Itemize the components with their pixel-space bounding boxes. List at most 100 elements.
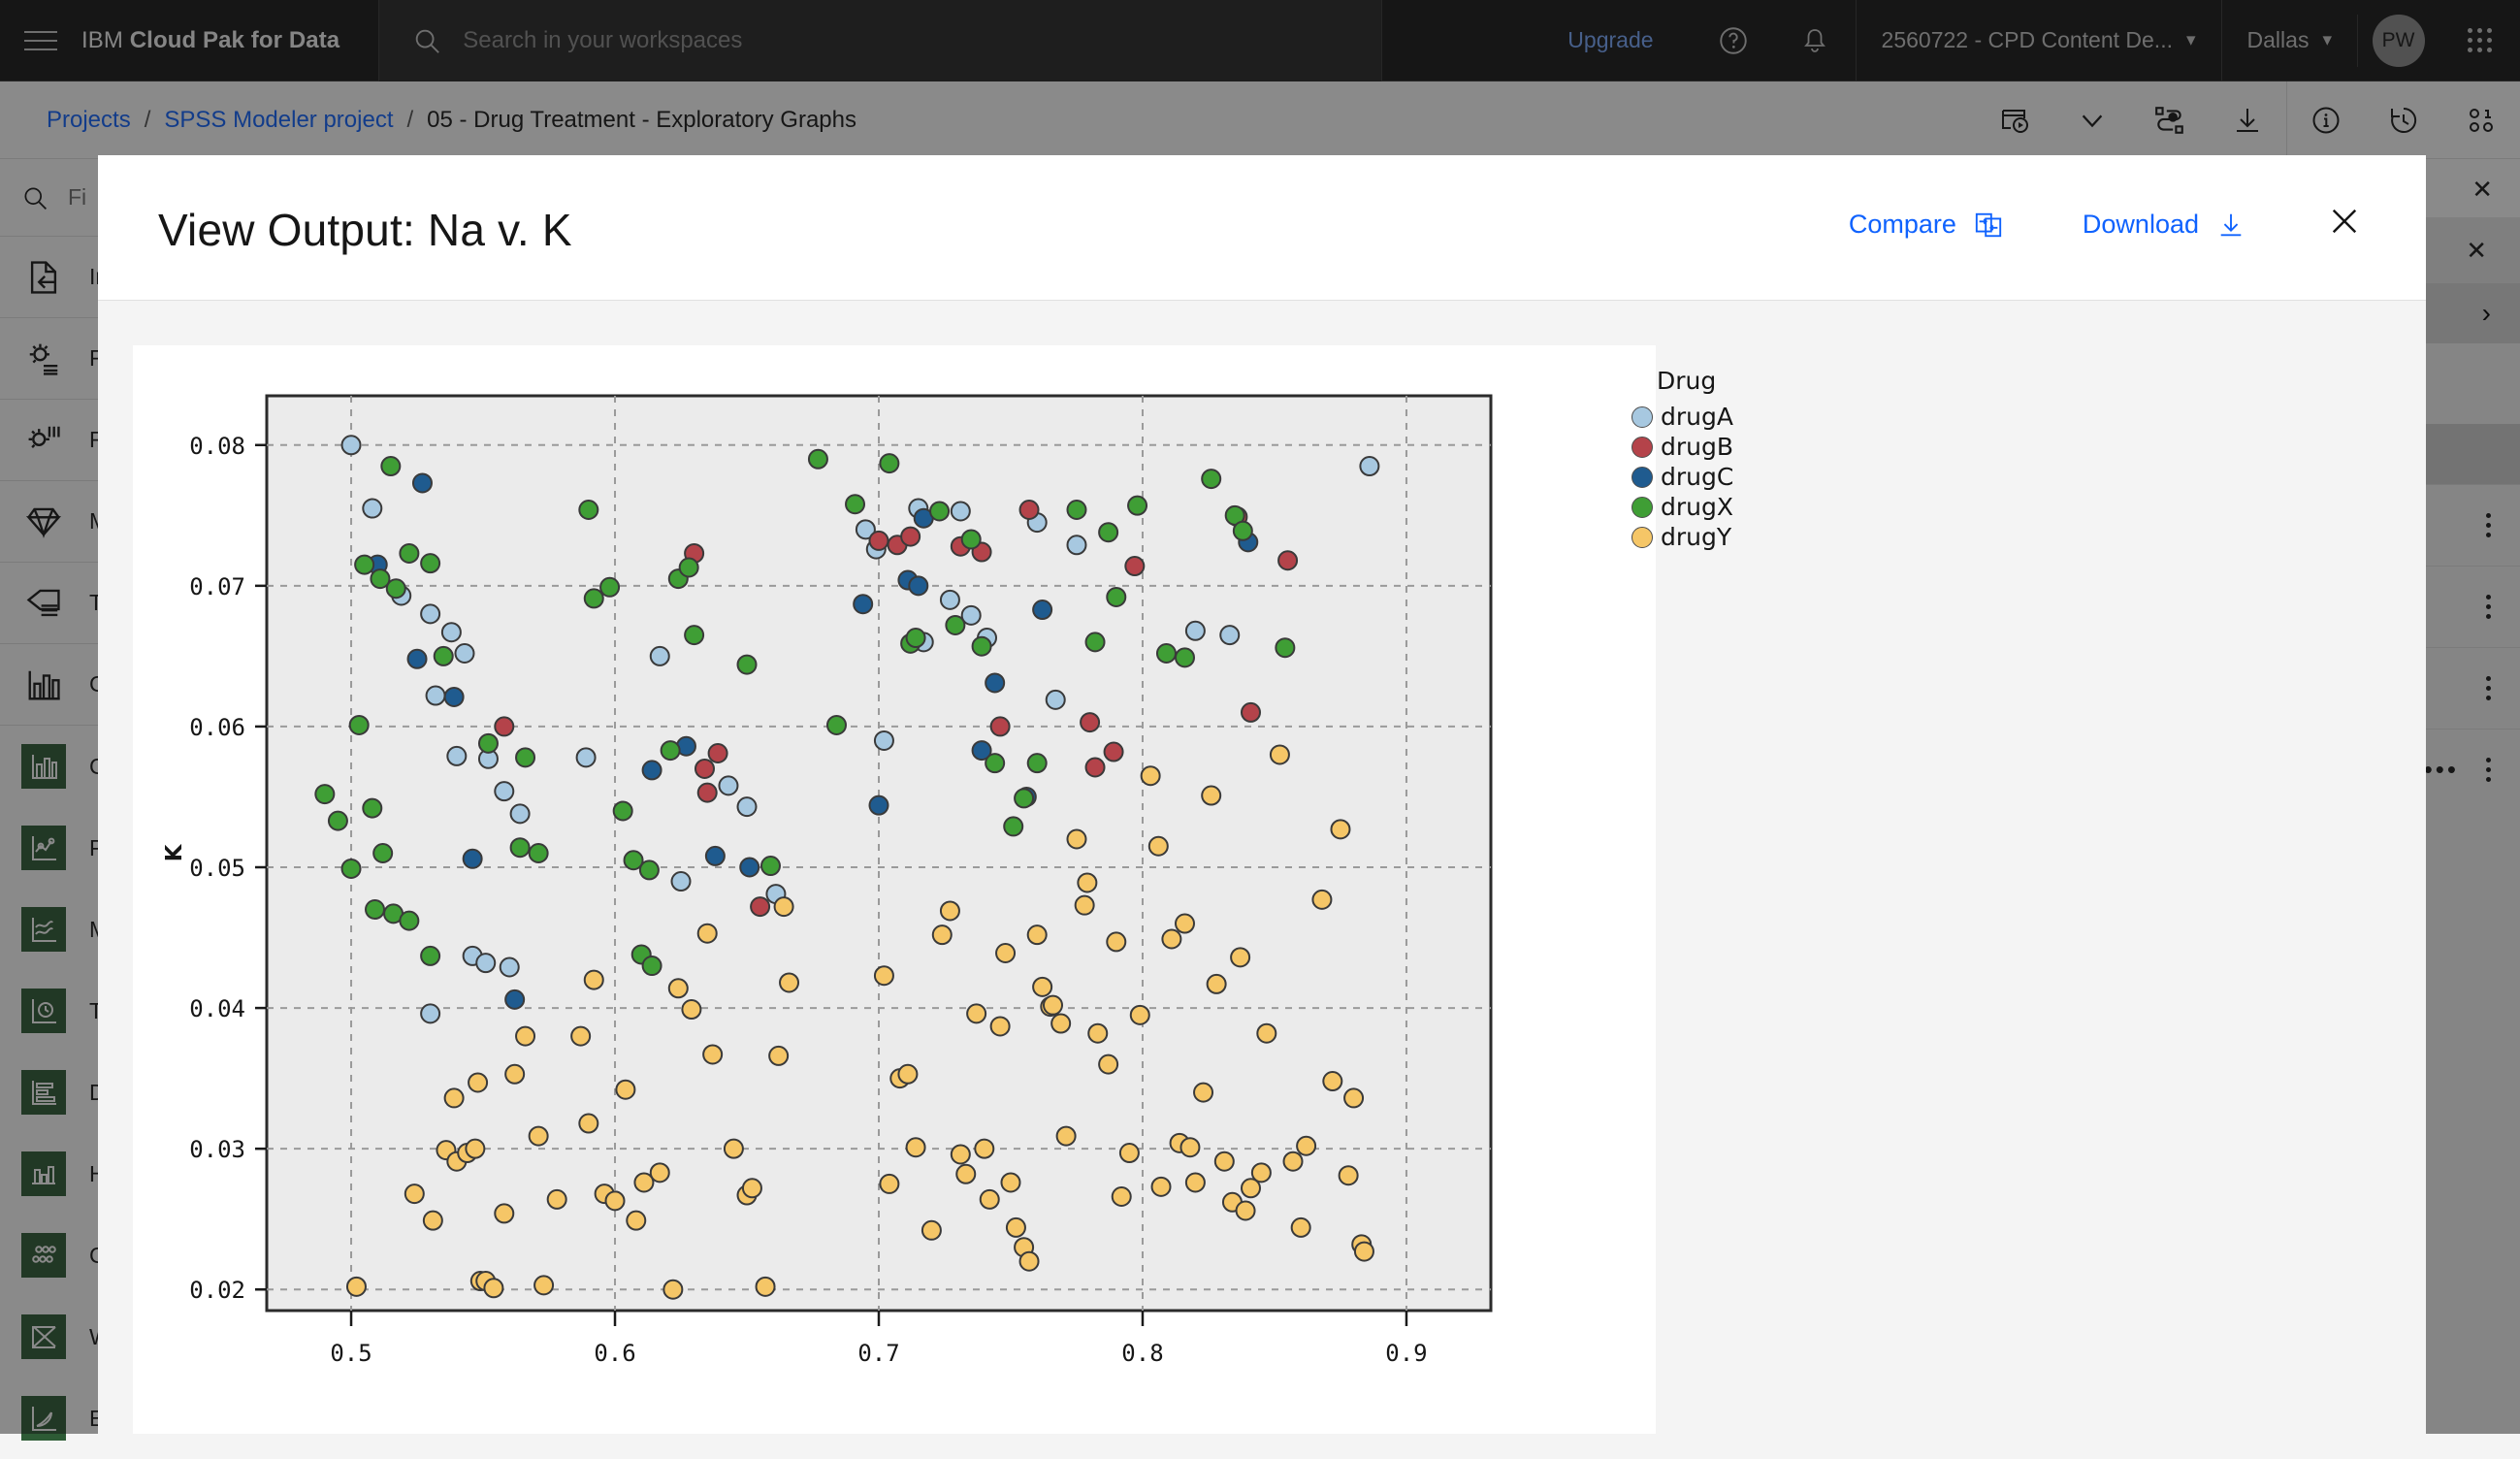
data-point[interactable] bbox=[1340, 1166, 1358, 1184]
data-point[interactable] bbox=[1292, 1218, 1310, 1237]
data-point[interactable] bbox=[738, 797, 757, 816]
data-point[interactable] bbox=[907, 629, 925, 647]
data-point[interactable] bbox=[363, 799, 381, 818]
data-point[interactable] bbox=[941, 591, 959, 609]
data-point[interactable] bbox=[909, 576, 927, 595]
data-point[interactable] bbox=[329, 812, 347, 830]
data-point[interactable] bbox=[1278, 551, 1297, 569]
data-point[interactable] bbox=[1125, 557, 1144, 575]
data-point[interactable] bbox=[387, 579, 405, 598]
data-point[interactable] bbox=[922, 1221, 941, 1240]
data-point[interactable] bbox=[627, 1212, 645, 1230]
data-point[interactable] bbox=[501, 958, 519, 977]
data-point[interactable] bbox=[1344, 1088, 1363, 1107]
data-point[interactable] bbox=[466, 1140, 484, 1158]
data-point[interactable] bbox=[400, 544, 418, 563]
data-point[interactable] bbox=[640, 860, 659, 879]
data-point[interactable] bbox=[1044, 996, 1062, 1015]
data-point[interactable] bbox=[530, 1127, 548, 1146]
data-point[interactable] bbox=[505, 1065, 524, 1084]
data-point[interactable] bbox=[350, 716, 369, 734]
data-point[interactable] bbox=[1194, 1084, 1212, 1102]
data-point[interactable] bbox=[775, 897, 793, 916]
data-point[interactable] bbox=[1099, 523, 1117, 541]
data-point[interactable] bbox=[941, 901, 959, 920]
data-point[interactable] bbox=[1231, 948, 1249, 966]
data-point[interactable] bbox=[1186, 622, 1205, 640]
data-point[interactable] bbox=[1120, 1144, 1139, 1162]
data-point[interactable] bbox=[751, 897, 769, 916]
data-point[interactable] bbox=[366, 900, 384, 919]
data-point[interactable] bbox=[1047, 691, 1065, 709]
data-point[interactable] bbox=[600, 578, 619, 597]
data-point[interactable] bbox=[1257, 1024, 1276, 1043]
data-point[interactable] bbox=[706, 847, 725, 865]
data-point[interactable] bbox=[769, 1047, 788, 1065]
data-point[interactable] bbox=[1086, 759, 1105, 777]
data-point[interactable] bbox=[381, 457, 400, 475]
data-point[interactable] bbox=[1067, 501, 1085, 519]
data-point[interactable] bbox=[1202, 787, 1220, 805]
data-point[interactable] bbox=[952, 502, 970, 520]
data-point[interactable] bbox=[695, 760, 714, 778]
data-point[interactable] bbox=[1113, 1187, 1131, 1206]
data-point[interactable] bbox=[907, 1138, 925, 1156]
data-point[interactable] bbox=[780, 973, 798, 991]
data-point[interactable] bbox=[643, 956, 662, 975]
data-point[interactable] bbox=[1271, 745, 1289, 763]
legend-item-drugY[interactable]: drugY bbox=[1632, 523, 1733, 551]
data-point[interactable] bbox=[698, 924, 717, 943]
data-point[interactable] bbox=[511, 838, 530, 857]
data-point[interactable] bbox=[355, 556, 373, 574]
data-point[interactable] bbox=[421, 554, 439, 572]
data-point[interactable] bbox=[400, 912, 418, 930]
data-point[interactable] bbox=[1004, 817, 1022, 835]
data-point[interactable] bbox=[1220, 626, 1239, 644]
data-point[interactable] bbox=[342, 436, 361, 454]
data-point[interactable] bbox=[468, 1073, 487, 1091]
data-point[interactable] bbox=[651, 1163, 669, 1182]
data-point[interactable] bbox=[548, 1190, 566, 1209]
data-point[interactable] bbox=[981, 1190, 999, 1209]
data-point[interactable] bbox=[1142, 766, 1160, 785]
data-point[interactable] bbox=[585, 971, 603, 989]
legend-item-drugX[interactable]: drugX bbox=[1632, 493, 1733, 521]
data-point[interactable] bbox=[413, 473, 432, 492]
data-point[interactable] bbox=[342, 859, 361, 878]
data-point[interactable] bbox=[484, 1279, 502, 1297]
data-point[interactable] bbox=[1028, 754, 1047, 772]
data-point[interactable] bbox=[534, 1276, 553, 1294]
data-point[interactable] bbox=[643, 761, 662, 779]
data-point[interactable] bbox=[1086, 632, 1105, 651]
data-point[interactable] bbox=[1033, 978, 1051, 996]
data-point[interactable] bbox=[1176, 915, 1194, 933]
data-point[interactable] bbox=[516, 1027, 534, 1046]
data-point[interactable] bbox=[479, 734, 498, 753]
data-point[interactable] bbox=[1081, 713, 1099, 731]
data-point[interactable] bbox=[1007, 1218, 1025, 1237]
data-point[interactable] bbox=[854, 595, 872, 613]
data-point[interactable] bbox=[1312, 891, 1331, 909]
data-point[interactable] bbox=[827, 716, 846, 734]
data-point[interactable] bbox=[421, 1004, 439, 1022]
data-point[interactable] bbox=[1284, 1152, 1303, 1171]
data-point[interactable] bbox=[898, 1065, 917, 1084]
compare-button[interactable]: Compare bbox=[1849, 210, 2003, 240]
data-point[interactable] bbox=[870, 532, 888, 550]
data-point[interactable] bbox=[495, 717, 513, 735]
data-point[interactable] bbox=[1020, 1252, 1039, 1271]
data-point[interactable] bbox=[606, 1191, 625, 1210]
data-point[interactable] bbox=[846, 495, 864, 513]
data-point[interactable] bbox=[476, 954, 495, 972]
data-point[interactable] bbox=[946, 616, 964, 634]
data-point[interactable] bbox=[579, 501, 598, 519]
data-point[interactable] bbox=[662, 741, 680, 760]
data-point[interactable] bbox=[577, 748, 596, 766]
legend-item-drugA[interactable]: drugA bbox=[1632, 403, 1733, 431]
data-point[interactable] bbox=[464, 850, 482, 868]
data-point[interactable] bbox=[809, 450, 827, 469]
data-point[interactable] bbox=[991, 717, 1010, 735]
data-point[interactable] bbox=[880, 454, 898, 472]
data-point[interactable] bbox=[1176, 648, 1194, 666]
data-point[interactable] bbox=[738, 656, 757, 674]
